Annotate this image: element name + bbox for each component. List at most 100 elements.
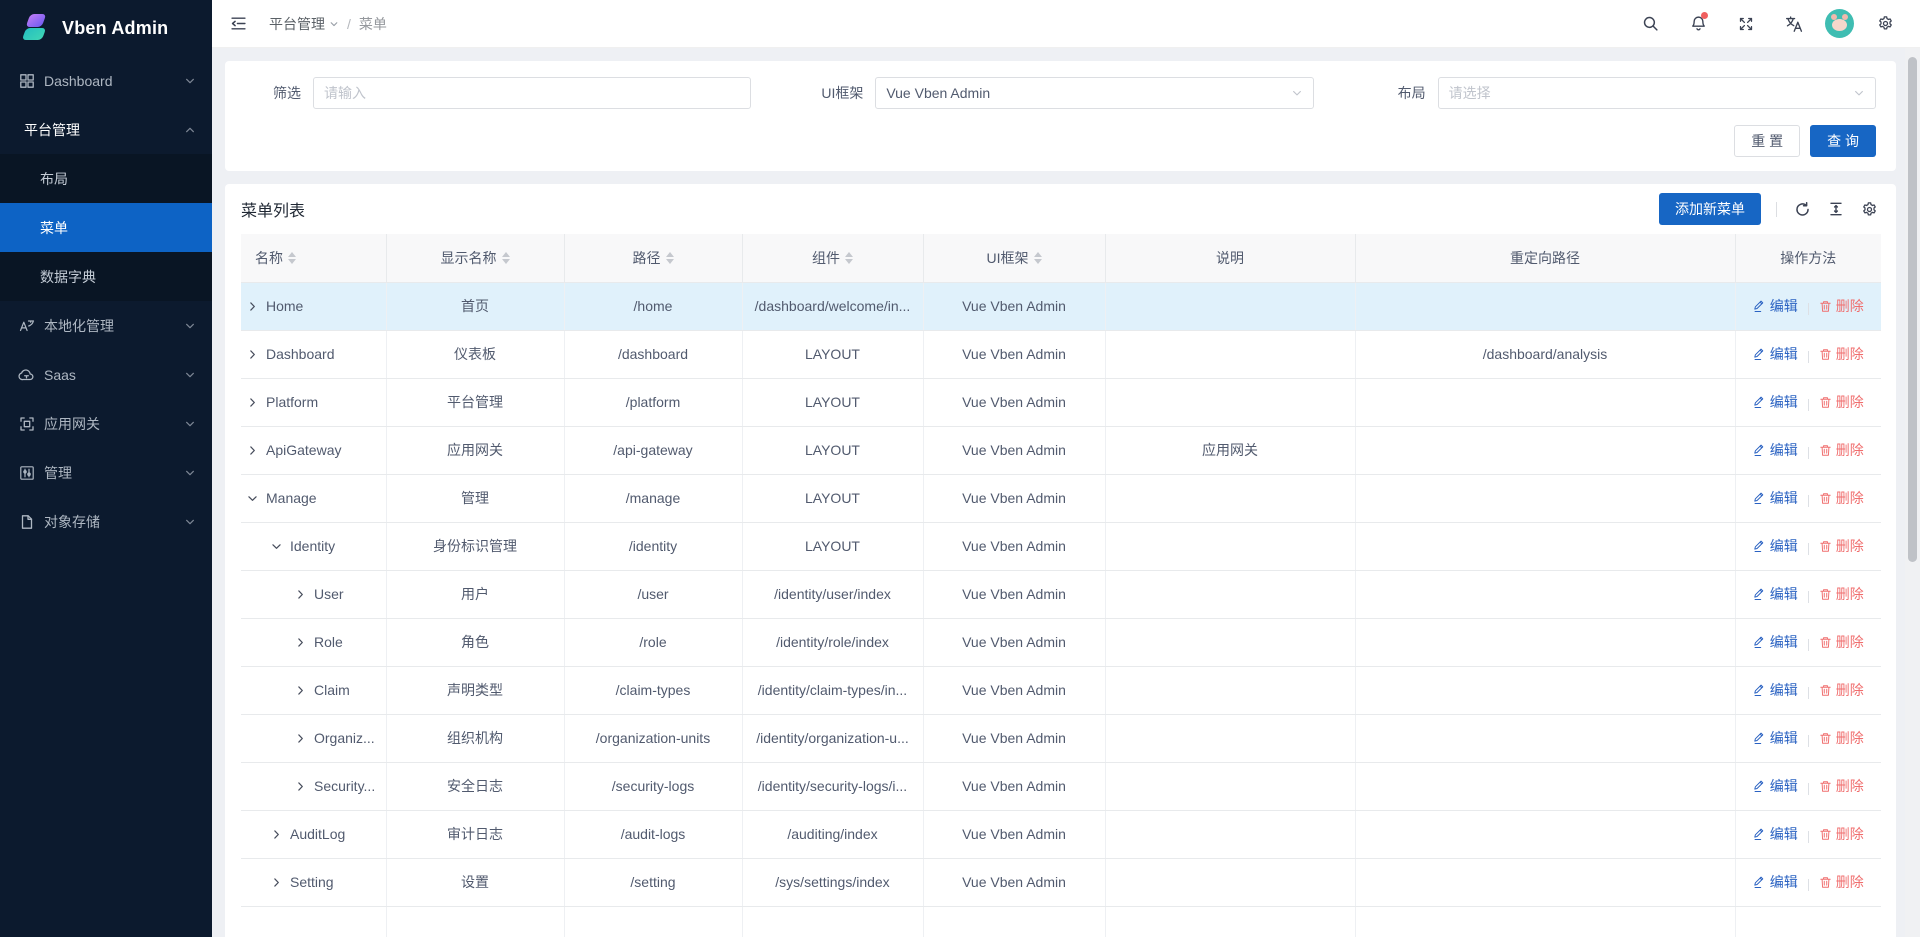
delete-button[interactable]: 删除 [1819, 824, 1864, 844]
edit-button[interactable]: 编辑 [1753, 872, 1798, 892]
fullscreen-icon[interactable] [1729, 7, 1763, 41]
delete-label: 删除 [1836, 440, 1864, 460]
sidebar-item-localization[interactable]: 本地化管理 [0, 301, 212, 350]
refresh-icon[interactable] [1792, 199, 1813, 220]
reset-button[interactable]: 重 置 [1734, 125, 1800, 157]
cell-display-name: 首页 [386, 282, 564, 330]
sort-icon[interactable] [502, 252, 510, 264]
search-icon[interactable] [1633, 7, 1667, 41]
sort-icon[interactable] [288, 252, 296, 264]
menu-table: 名称显示名称路径组件UI框架说明重定向路径操作方法 Home首页/home/da… [241, 234, 1881, 937]
expand-icon[interactable] [271, 829, 282, 840]
edit-button[interactable]: 编辑 [1753, 728, 1798, 748]
breadcrumb-item[interactable]: 平台管理 [269, 14, 339, 34]
sidebar-item-menu[interactable]: 菜单 [0, 203, 212, 252]
cell-description [1105, 570, 1355, 618]
column-header[interactable]: 路径 [564, 234, 742, 282]
sidebar-item-data-dictionary[interactable]: 数据字典 [0, 252, 212, 301]
expand-icon[interactable] [295, 733, 306, 744]
sidebar-item-dashboard[interactable]: Dashboard [0, 56, 212, 105]
edit-button[interactable]: 编辑 [1753, 584, 1798, 604]
page-scrollbar[interactable] [1905, 48, 1920, 937]
delete-label: 删除 [1836, 680, 1864, 700]
column-header[interactable]: UI框架 [923, 234, 1105, 282]
sort-icon[interactable] [666, 252, 674, 264]
row-name: Dashboard [266, 346, 335, 362]
layout-select[interactable]: 请选择 [1438, 77, 1876, 109]
sidebar-item-layout[interactable]: 布局 [0, 154, 212, 203]
column-header[interactable]: 组件 [742, 234, 923, 282]
expand-icon[interactable] [247, 397, 258, 408]
add-menu-button[interactable]: 添加新菜单 [1659, 193, 1761, 225]
delete-button[interactable]: 删除 [1819, 632, 1864, 652]
table-row: Role角色/role/identity/role/indexVue Vben … [241, 618, 1881, 666]
cell-redirect: /dashboard/analysis [1355, 330, 1735, 378]
sliders-icon [18, 464, 35, 481]
ui-framework-select[interactable]: Vue Vben Admin [875, 77, 1313, 109]
column-settings-gear-icon[interactable] [1859, 199, 1880, 220]
breadcrumb-item[interactable]: 菜单 [359, 14, 387, 34]
sort-icon[interactable] [845, 252, 853, 264]
search-button[interactable]: 查 询 [1810, 125, 1876, 157]
cell-redirect [1355, 378, 1735, 426]
scrollbar-thumb[interactable] [1908, 57, 1917, 562]
cell-description [1105, 618, 1355, 666]
cell-ui-framework: Vue Vben Admin [923, 474, 1105, 522]
expand-icon[interactable] [295, 637, 306, 648]
cell-redirect [1355, 618, 1735, 666]
sidebar-item-app-gateway[interactable]: 应用网关 [0, 399, 212, 448]
settings-gear-icon[interactable] [1868, 7, 1902, 41]
expand-icon[interactable] [247, 301, 258, 312]
sidebar-item-manage[interactable]: 管理 [0, 448, 212, 497]
sidebar-item-saas[interactable]: Saas [0, 350, 212, 399]
edit-button[interactable]: 编辑 [1753, 824, 1798, 844]
collapse-sidebar-icon[interactable] [226, 11, 251, 36]
delete-button[interactable]: 删除 [1819, 344, 1864, 364]
expand-icon[interactable] [295, 781, 306, 792]
delete-button[interactable]: 删除 [1819, 584, 1864, 604]
avatar[interactable] [1825, 9, 1854, 38]
notification-bell-icon[interactable] [1681, 7, 1715, 41]
edit-button[interactable]: 编辑 [1753, 536, 1798, 556]
cell-ui-framework: Vue Vben Admin [923, 858, 1105, 906]
filter-input[interactable] [313, 77, 751, 109]
cell-redirect [1355, 474, 1735, 522]
delete-label: 删除 [1836, 392, 1864, 412]
delete-button[interactable]: 删除 [1819, 776, 1864, 796]
delete-button[interactable]: 删除 [1819, 440, 1864, 460]
delete-button[interactable]: 删除 [1819, 488, 1864, 508]
expand-icon[interactable] [247, 349, 258, 360]
expand-icon[interactable] [295, 589, 306, 600]
expand-icon[interactable] [247, 445, 258, 456]
sidebar-item-object-storage[interactable]: 对象存储 [0, 497, 212, 546]
trash-icon [1819, 876, 1832, 889]
delete-button[interactable]: 删除 [1819, 872, 1864, 892]
translate-icon[interactable] [1777, 7, 1811, 41]
edit-button[interactable]: 编辑 [1753, 776, 1798, 796]
cell-ui-framework: Vue Vben Admin [923, 378, 1105, 426]
edit-button[interactable]: 编辑 [1753, 680, 1798, 700]
expand-icon[interactable] [295, 685, 306, 696]
sort-icon[interactable] [1034, 252, 1042, 264]
expand-icon[interactable] [271, 877, 282, 888]
edit-button[interactable]: 编辑 [1753, 440, 1798, 460]
edit-button[interactable]: 编辑 [1753, 392, 1798, 412]
cell-redirect [1355, 810, 1735, 858]
sidebar-item-platform-management[interactable]: 平台管理 [0, 105, 212, 154]
cell-description [1105, 330, 1355, 378]
delete-button[interactable]: 删除 [1819, 680, 1864, 700]
edit-button[interactable]: 编辑 [1753, 632, 1798, 652]
app-logo[interactable]: Vben Admin [0, 0, 212, 56]
edit-button[interactable]: 编辑 [1753, 344, 1798, 364]
delete-button[interactable]: 删除 [1819, 392, 1864, 412]
edit-button[interactable]: 编辑 [1753, 488, 1798, 508]
delete-button[interactable]: 删除 [1819, 728, 1864, 748]
delete-button[interactable]: 删除 [1819, 536, 1864, 556]
collapse-icon[interactable] [247, 493, 258, 504]
row-height-icon[interactable] [1826, 199, 1846, 219]
column-header[interactable]: 显示名称 [386, 234, 564, 282]
edit-button[interactable]: 编辑 [1753, 296, 1798, 316]
delete-button[interactable]: 删除 [1819, 296, 1864, 316]
collapse-icon[interactable] [271, 541, 282, 552]
column-header[interactable]: 名称 [241, 234, 386, 282]
